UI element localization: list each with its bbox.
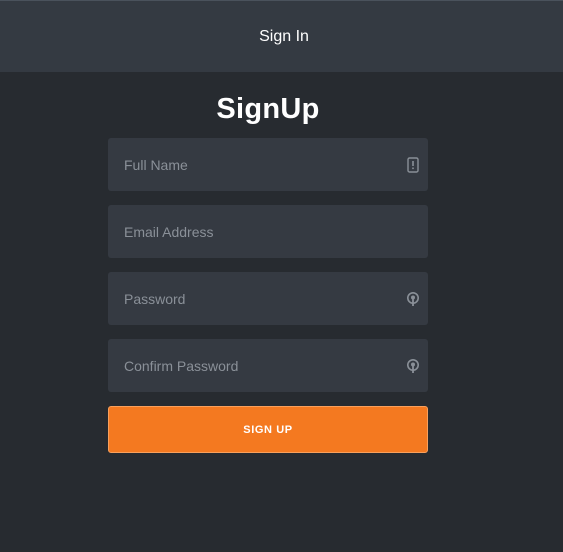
lock-icon bbox=[406, 358, 420, 374]
email-field-container bbox=[108, 205, 428, 258]
confirm-password-input[interactable] bbox=[108, 339, 428, 392]
email-input[interactable] bbox=[108, 205, 428, 258]
lock-icon bbox=[406, 291, 420, 307]
sign-up-button[interactable]: SIGN UP bbox=[108, 406, 428, 453]
page-title: SignUp bbox=[216, 93, 320, 125]
password-input[interactable] bbox=[108, 272, 428, 325]
full-name-input[interactable] bbox=[108, 138, 428, 191]
top-bar: Sign In bbox=[0, 0, 563, 72]
full-name-field-container bbox=[108, 138, 428, 191]
password-field-container bbox=[108, 272, 428, 325]
id-card-icon bbox=[406, 157, 420, 173]
sign-in-link[interactable]: Sign In bbox=[259, 28, 309, 46]
confirm-password-field-container bbox=[108, 339, 428, 392]
